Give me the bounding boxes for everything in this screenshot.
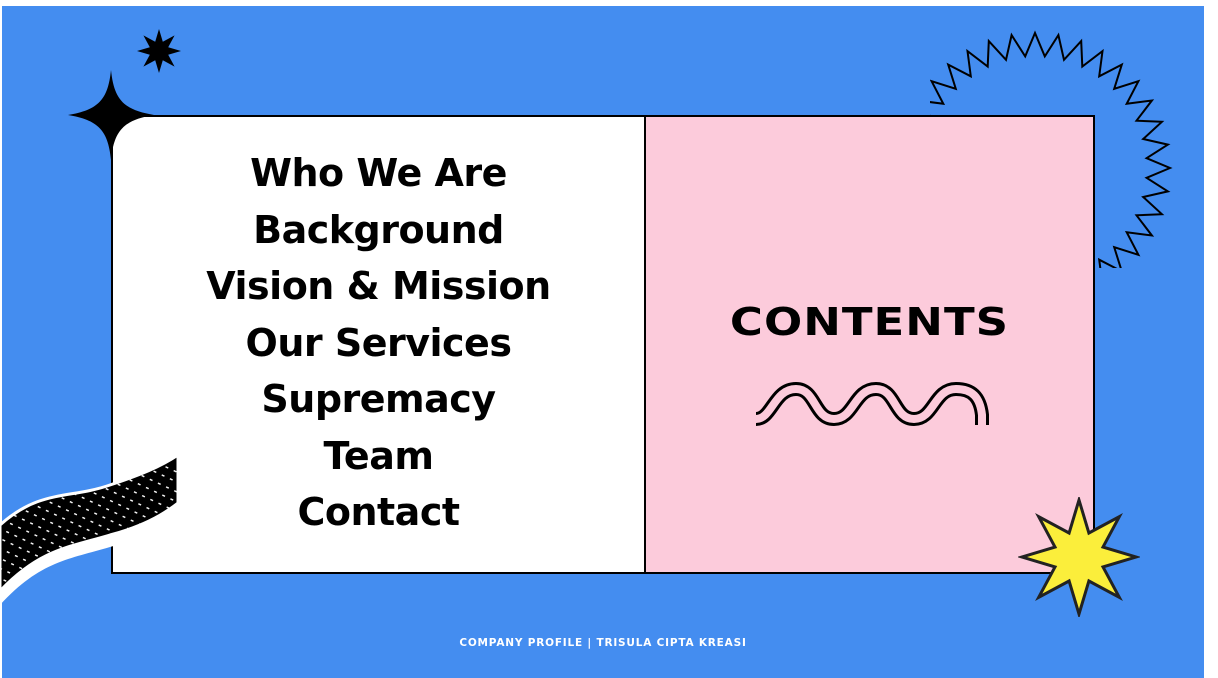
four-point-star-icon bbox=[68, 70, 154, 160]
menu-panel: Who We Are Background Vision & Mission O… bbox=[113, 117, 646, 572]
slide: Who We Are Background Vision & Mission O… bbox=[0, 0, 1218, 678]
menu-item-our-services[interactable]: Our Services bbox=[113, 315, 644, 372]
menu-item-background[interactable]: Background bbox=[113, 202, 644, 259]
footer-label: COMPANY PROFILE | TRISULA CIPTA KREASI bbox=[459, 637, 747, 649]
contents-heading: CONTENTS bbox=[729, 298, 1010, 345]
content-card: Who We Are Background Vision & Mission O… bbox=[111, 115, 1095, 574]
contents-list: Who We Are Background Vision & Mission O… bbox=[113, 145, 644, 541]
menu-item-supremacy[interactable]: Supremacy bbox=[113, 371, 644, 428]
menu-item-team[interactable]: Team bbox=[113, 428, 644, 485]
menu-item-vision-mission[interactable]: Vision & Mission bbox=[113, 258, 644, 315]
menu-item-who-we-are[interactable]: Who We Are bbox=[113, 145, 644, 202]
menu-item-contact[interactable]: Contact bbox=[113, 484, 644, 541]
squiggle-line-icon bbox=[754, 382, 989, 426]
small-black-starburst-icon bbox=[137, 29, 181, 73]
yellow-star-icon bbox=[1018, 497, 1140, 617]
dotted-wave-ribbon-icon bbox=[0, 455, 180, 605]
